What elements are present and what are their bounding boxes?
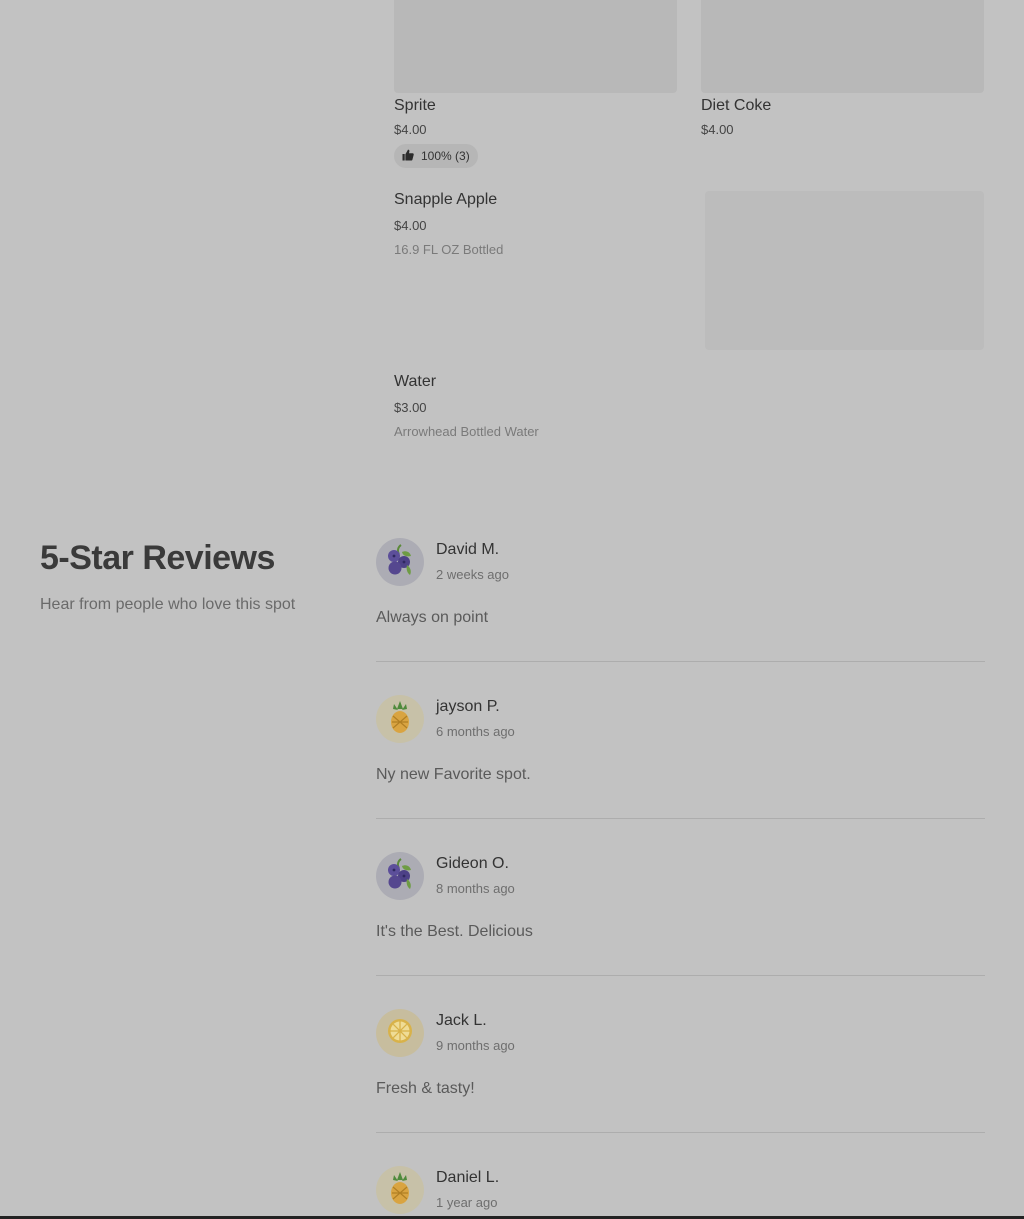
blueberry-icon (385, 543, 415, 582)
blueberry-icon (385, 857, 415, 896)
item-image-sprite[interactable] (394, 0, 677, 93)
reviews-title: 5-Star Reviews (40, 539, 275, 577)
reviewer-name: Jack L. (436, 1012, 487, 1029)
reviewer-name: Daniel L. (436, 1169, 500, 1186)
thumbs-up-icon (402, 149, 414, 164)
review-time: 6 months ago (436, 724, 515, 739)
avatar (376, 538, 424, 586)
divider (376, 975, 985, 976)
rating-badge: 100% (3) (394, 144, 478, 168)
avatar (376, 1009, 424, 1057)
item-price-snapple-apple: $4.00 (394, 218, 427, 233)
avatar (376, 852, 424, 900)
divider (376, 1132, 985, 1133)
review-time: 2 weeks ago (436, 567, 509, 582)
item-price-diet-coke: $4.00 (701, 122, 734, 137)
pineapple-icon (387, 699, 413, 740)
item-description-water: Arrowhead Bottled Water (394, 424, 539, 439)
review-text: It's the Best. Delicious (376, 923, 533, 940)
avatar (376, 695, 424, 743)
item-name-sprite[interactable]: Sprite (394, 97, 436, 115)
item-name-water[interactable]: Water (394, 373, 436, 391)
review-text: Fresh & tasty! (376, 1080, 475, 1097)
review-time: 9 months ago (436, 1038, 515, 1053)
pineapple-icon (387, 1170, 413, 1211)
item-description-snapple-apple: 16.9 FL OZ Bottled (394, 242, 504, 257)
reviewer-name: Gideon O. (436, 855, 509, 872)
item-price-water: $3.00 (394, 400, 427, 415)
item-price-sprite: $4.00 (394, 122, 427, 137)
item-image-snapple-apple[interactable] (705, 191, 984, 350)
item-image-diet-coke[interactable] (701, 0, 984, 93)
avatar (376, 1166, 424, 1214)
review-text: Always on point (376, 609, 489, 626)
review-time: 8 months ago (436, 881, 515, 896)
lemon-icon (386, 1017, 414, 1050)
reviewer-name: jayson P. (436, 698, 500, 715)
reviews-subtitle: Hear from people who love this spot (40, 596, 296, 613)
divider (376, 661, 985, 662)
divider (376, 818, 985, 819)
review-time: 1 year ago (436, 1195, 498, 1210)
rating-text: 100% (3) (421, 149, 470, 163)
review-text: Ny new Favorite spot. (376, 766, 531, 783)
item-name-snapple-apple[interactable]: Snapple Apple (394, 191, 497, 209)
reviewer-name: David M. (436, 541, 500, 558)
item-name-diet-coke[interactable]: Diet Coke (701, 97, 771, 115)
